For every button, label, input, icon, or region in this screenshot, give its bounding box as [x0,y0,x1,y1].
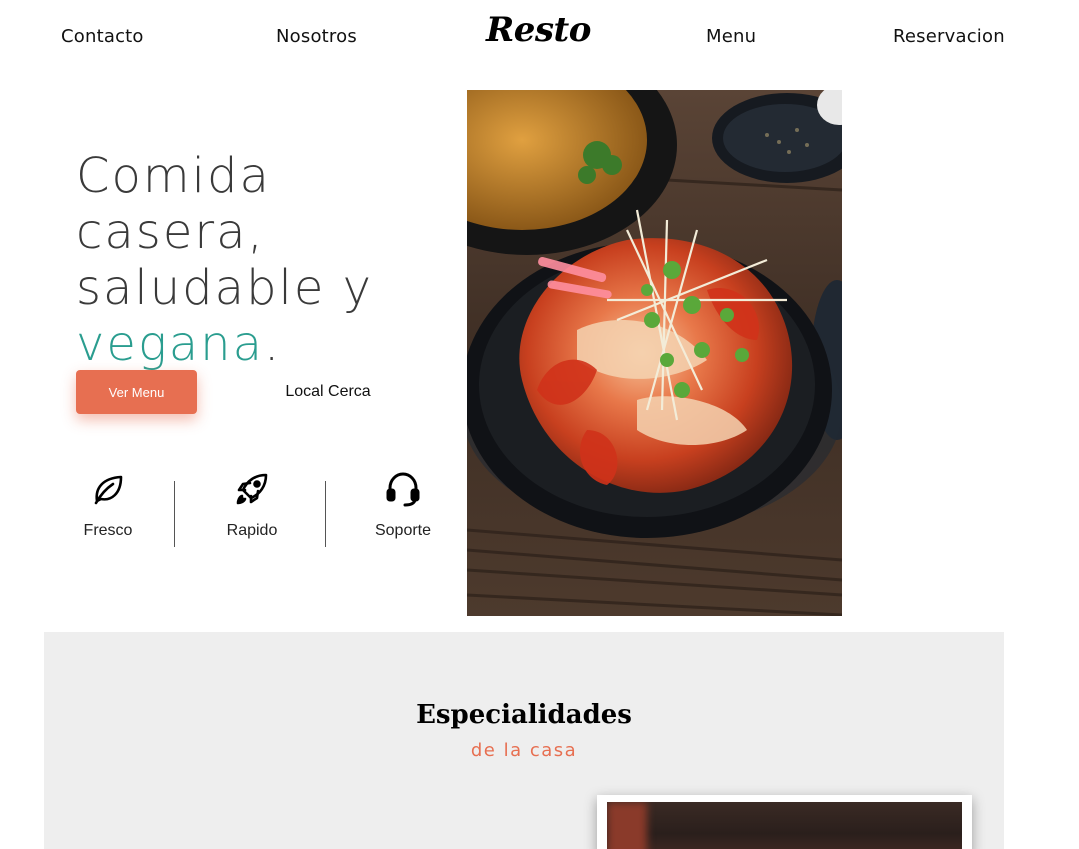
top-navigation: Contacto Nosotros Resto Menu Reservacion [0,0,1079,80]
hero-title: Comida casera, saludable y vegana. [76,148,466,372]
feature-label: Rapido [226,522,278,539]
feature-label: Fresco [83,522,133,539]
hero-title-accent: vegana [76,316,264,372]
hero-title-line2: saludable y [76,260,374,316]
hero-title-period: . [264,316,282,372]
nav-link-nosotros[interactable]: Nosotros [276,26,357,47]
feature-rapido: Rapido [202,470,302,540]
specialty-card-image [607,802,962,849]
feature-label: Soporte [374,522,432,539]
local-cerca-button[interactable]: Local Cerca [262,370,394,414]
feature-divider [174,481,175,547]
ver-menu-button[interactable]: Ver Menu [76,370,197,414]
leaf-icon [89,470,127,508]
nav-link-menu[interactable]: Menu [706,26,756,47]
headset-icon [384,470,422,508]
nav-link-contacto[interactable]: Contacto [61,26,144,47]
specialties-subtitle: de la casa [470,740,578,761]
specialty-card[interactable] [597,795,972,849]
specialties-title: Especialidades [416,700,632,730]
nav-link-reservacion[interactable]: Reservacion [893,26,1005,47]
hero-food-image [467,90,842,616]
specialties-section: Especialidades de la casa [44,632,1004,849]
hero-title-line1: Comida casera, [76,148,271,260]
feature-fresco: Fresco [58,470,158,540]
feature-divider [325,481,326,547]
rocket-icon [233,470,271,508]
site-logo[interactable]: Resto [486,10,591,50]
feature-soporte: Soporte [353,470,453,540]
